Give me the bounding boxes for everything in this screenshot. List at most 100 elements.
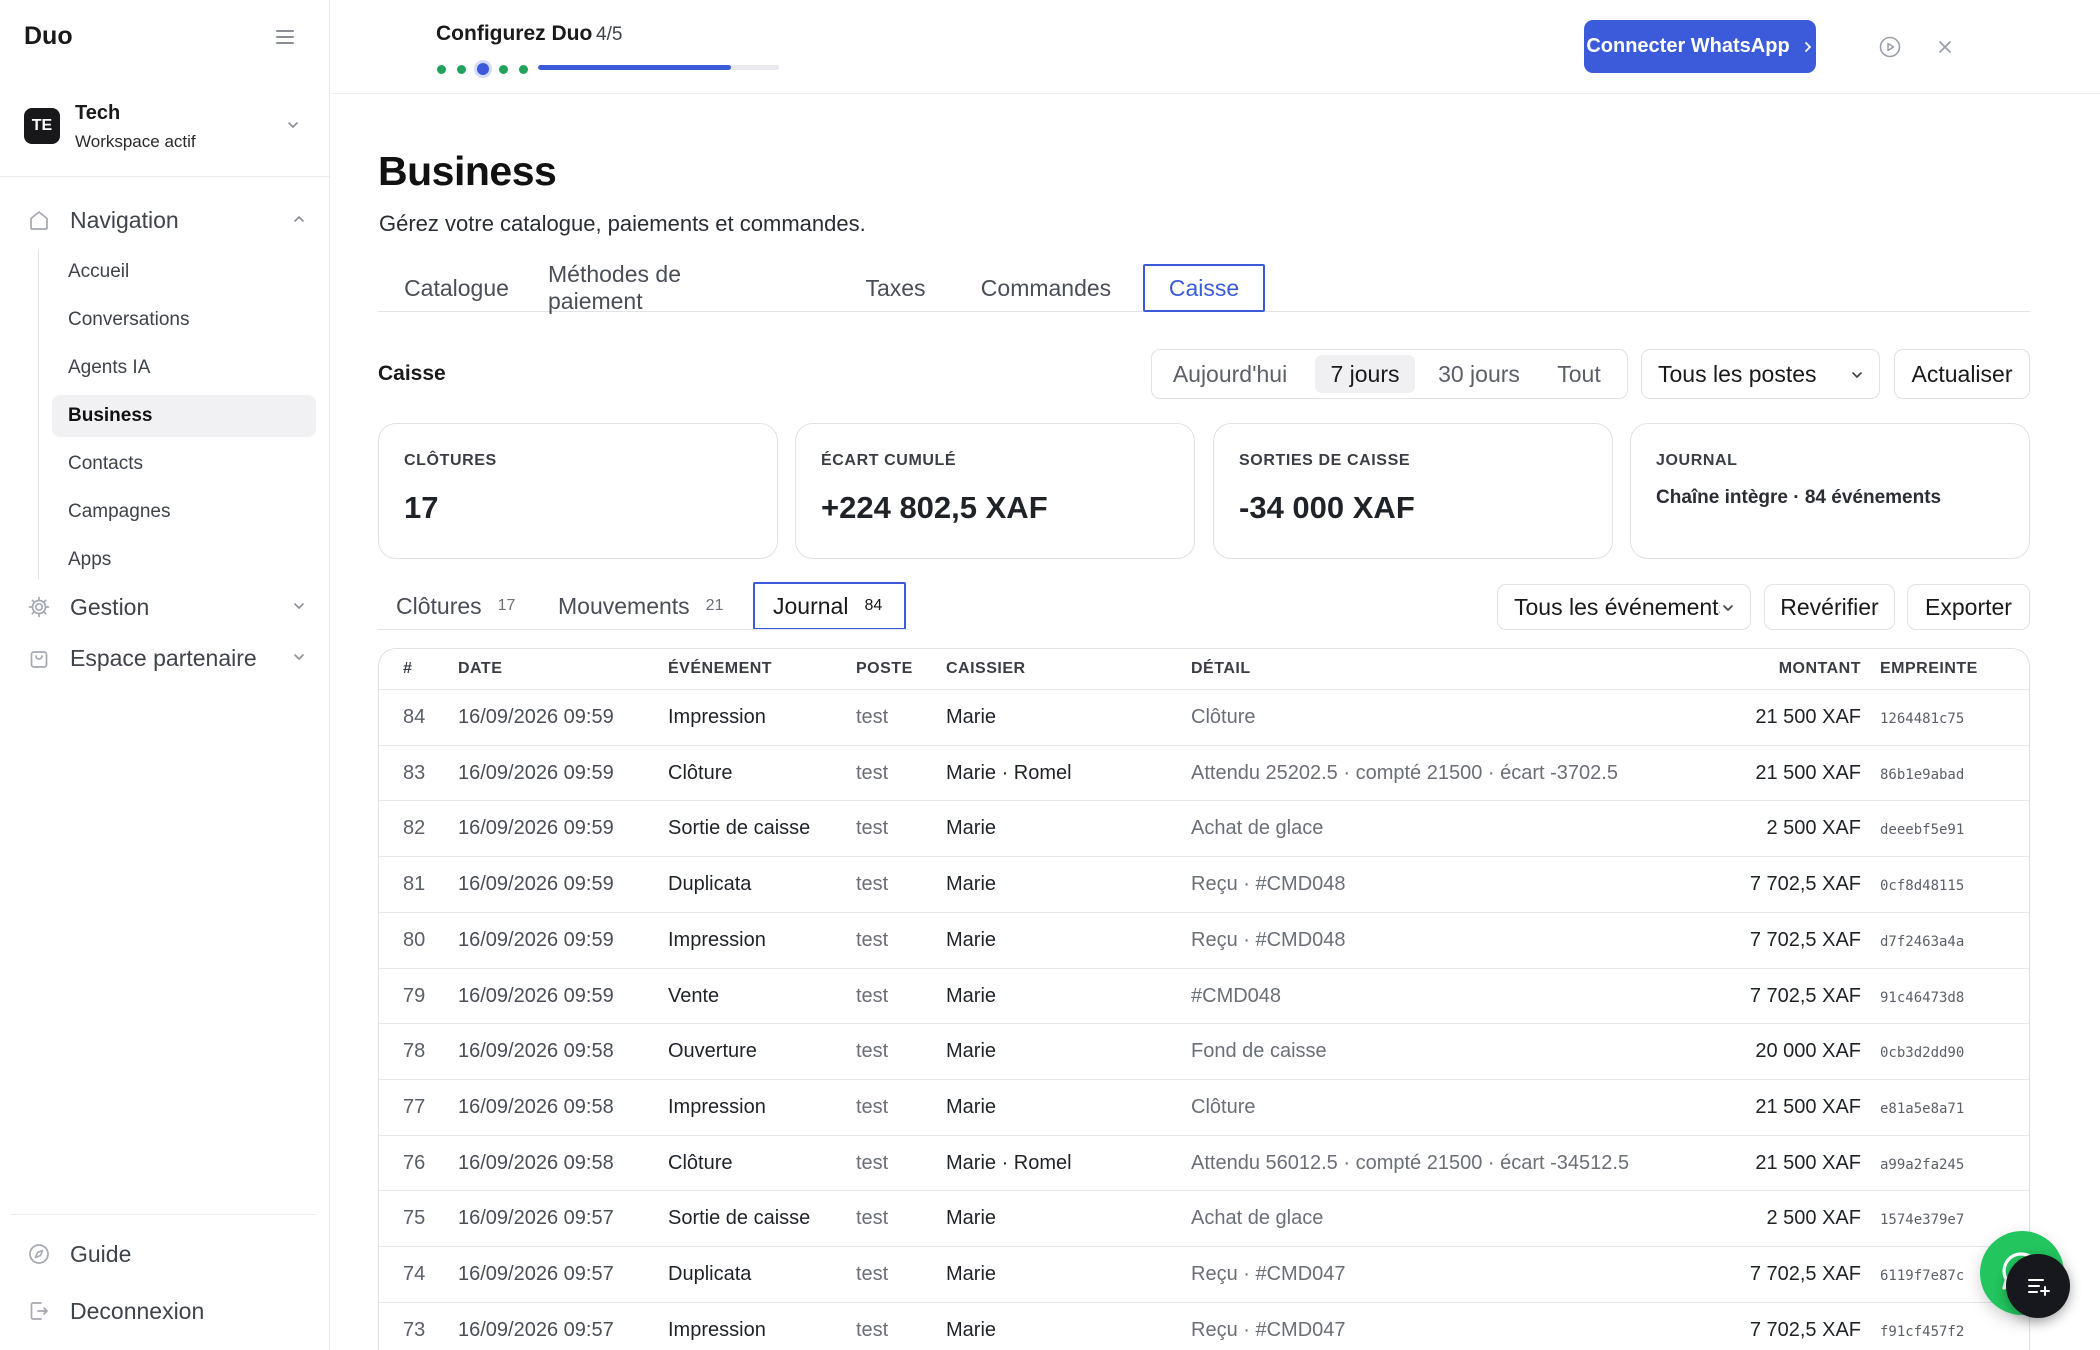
cell-num: 81	[403, 873, 426, 896]
table-row[interactable]: 82 16/09/2026 09:59 Sortie de caisse test Ma…	[379, 800, 2029, 856]
setup-step-dots	[437, 63, 539, 75]
cell-poste: test	[856, 928, 889, 951]
period-30-days[interactable]: 30 jours	[1424, 355, 1534, 393]
cell-caissier: Marie	[946, 1263, 997, 1285]
guide-link[interactable]: Guide	[26, 1236, 131, 1272]
subtab-label: Clôtures	[396, 592, 482, 619]
table-row[interactable]: 78 16/09/2026 09:58 Ouverture test Marie Fond…	[379, 1023, 2029, 1079]
table-row[interactable]: 77 16/09/2026 09:58 Impression test Marie Clô…	[379, 1078, 2029, 1135]
divider	[10, 1214, 316, 1215]
menu-toggle-icon[interactable]	[276, 26, 296, 48]
cell-montant: 7 702,5 XAF	[1749, 1318, 1861, 1341]
cell-hash: deeebf5e91	[1880, 822, 1965, 839]
cell-detail: Attendu 56012.5 · compté 21500 · écart -…	[1191, 1151, 1630, 1174]
sidebar-item-business[interactable]: Business	[52, 395, 316, 437]
assistant-button[interactable]	[2006, 1254, 2070, 1318]
subtab-journal[interactable]: Journal 84	[753, 582, 906, 630]
table-row[interactable]: 75 16/09/2026 09:57 Sortie de caisse test Ma…	[379, 1190, 2029, 1246]
event-type-select[interactable]: Tous les événements	[1497, 584, 1751, 630]
sidebar-item-contacts[interactable]: Contacts	[52, 443, 316, 485]
step-dot-current	[477, 63, 489, 75]
cell-caissier: Marie · Romel	[946, 761, 1072, 784]
cell-event: Impression	[668, 1318, 766, 1341]
cell-event: Impression	[668, 706, 766, 728]
subtab-count: 84	[864, 597, 883, 614]
cell-detail: Achat de glace	[1191, 817, 1324, 840]
step-dot-done	[457, 64, 466, 74]
chevron-down-icon	[294, 603, 304, 609]
nav-group-espace-partenaire[interactable]: Espace partenaire	[26, 638, 306, 678]
tab-commandes[interactable]: Commandes	[960, 264, 1132, 312]
cell-num: 76	[403, 1151, 426, 1174]
stat-card-sorties-de-caisse: SORTIES DE CAISSE -34 000 XAF	[1213, 423, 1613, 559]
reverify-button[interactable]: Revérifier	[1764, 584, 1895, 630]
stat-label: JOURNAL	[1656, 452, 1738, 469]
workspace-switcher[interactable]: TE Tech Workspace actif	[24, 100, 304, 156]
cell-detail: Attendu 25202.5 · compté 21500 · écart -…	[1191, 761, 1618, 784]
page-subtitle: Gérez votre catalogue, paiements et comm…	[379, 211, 866, 236]
table-row[interactable]: 80 16/09/2026 09:59 Impression test Marie Reç…	[379, 911, 2029, 968]
chevron-down-icon	[1720, 600, 1736, 616]
cell-hash: d7f2463a4a	[1880, 933, 1965, 950]
table-row[interactable]: 73 16/09/2026 09:57 Impression test Marie Reç…	[379, 1301, 2029, 1350]
nav-group-navigation[interactable]: Navigation	[26, 200, 306, 240]
tab-methodes-de-paiement[interactable]: Méthodes de paiement	[548, 261, 780, 314]
table-row[interactable]: 84 16/09/2026 09:59 Impression test Marie Clô…	[379, 689, 2029, 745]
cell-montant: 7 702,5 XAF	[1749, 928, 1861, 951]
export-button[interactable]: Exporter	[1907, 584, 2030, 630]
tab-taxes[interactable]: Taxes	[848, 264, 943, 312]
table-row[interactable]: 74 16/09/2026 09:57 Duplicata test Marie Reçu…	[379, 1246, 2029, 1302]
cell-poste: test	[856, 706, 889, 728]
cell-detail: Reçu · #CMD048	[1191, 928, 1346, 951]
cell-hash: 91c46473d8	[1880, 989, 1965, 1006]
cell-caissier: Marie	[946, 984, 997, 1007]
subtab-clotures[interactable]: Clôtures 17	[378, 582, 528, 630]
table-row[interactable]: 79 16/09/2026 09:59 Vente test Marie #CMD048 7…	[379, 967, 2029, 1024]
column-header: CAISSIER	[946, 660, 1026, 677]
tab-caisse[interactable]: Caisse	[1143, 264, 1265, 312]
sidebar-item-campagnes[interactable]: Campagnes	[52, 491, 316, 533]
sidebar-item-conversations[interactable]: Conversations	[52, 299, 316, 341]
cell-hash: e81a5e8a71	[1880, 1100, 1965, 1117]
cell-detail: Reçu · #CMD048	[1191, 873, 1346, 896]
cell-event: Ouverture	[668, 1040, 757, 1063]
refresh-button[interactable]: Actualiser	[1894, 349, 2030, 399]
close-icon[interactable]	[1931, 33, 1959, 61]
cell-caissier: Marie	[946, 1318, 997, 1341]
cell-event: Clôture	[668, 761, 733, 784]
cell-montant: 21 500 XAF	[1755, 1151, 1861, 1174]
poste-select[interactable]: Tous les postes	[1641, 349, 1880, 399]
cell-detail: Clôture	[1191, 706, 1256, 728]
chevron-right-icon	[1804, 41, 1811, 52]
brand-logo[interactable]: Duo	[24, 22, 73, 51]
cell-hash: 1264481c75	[1880, 711, 1965, 727]
cell-hash: a99a2fa245	[1880, 1156, 1965, 1173]
period-7-days[interactable]: 7 jours	[1315, 355, 1415, 393]
nav-tree-line	[38, 250, 39, 580]
table-row[interactable]: 83 16/09/2026 09:59 Clôture test Marie · Rom…	[379, 744, 2029, 801]
table-row[interactable]: 76 16/09/2026 09:58 Clôture test Marie · Rom…	[379, 1134, 2029, 1191]
stat-card-ecart-cumule: ÉCART CUMULÉ +224 802,5 XAF	[795, 423, 1195, 559]
sidebar-item-accueil[interactable]: Accueil	[52, 251, 316, 293]
subtab-mouvements[interactable]: Mouvements 21	[540, 582, 730, 630]
cell-poste: test	[856, 1263, 889, 1285]
tab-catalogue[interactable]: Catalogue	[378, 264, 535, 312]
chevron-up-icon	[294, 216, 304, 222]
cell-montant: 21 500 XAF	[1755, 706, 1861, 728]
table-row[interactable]: 81 16/09/2026 09:59 Duplicata test Marie Reçu…	[379, 856, 2029, 912]
nav-group-gestion[interactable]: Gestion	[26, 587, 306, 627]
connect-whatsapp-button[interactable]: Connecter WhatsApp	[1584, 20, 1816, 73]
logout-link[interactable]: Deconnexion	[26, 1293, 204, 1329]
cell-caissier: Marie	[946, 928, 997, 951]
cell-num: 73	[403, 1318, 426, 1341]
sidebar-item-agents-ia[interactable]: Agents IA	[52, 347, 316, 389]
stat-card-journal: JOURNAL Chaîne intègre · 84 événements	[1630, 423, 2030, 559]
period-all[interactable]: Tout	[1544, 355, 1614, 393]
sidebar-item-apps[interactable]: Apps	[52, 539, 316, 581]
period-today[interactable]: Aujourd'hui	[1160, 355, 1300, 393]
section-title: Caisse	[378, 362, 446, 385]
play-tutorial-icon[interactable]	[1876, 33, 1904, 61]
cell-montant: 7 702,5 XAF	[1749, 1263, 1861, 1285]
divider	[0, 176, 329, 177]
column-header: MONTANT	[1778, 660, 1861, 677]
